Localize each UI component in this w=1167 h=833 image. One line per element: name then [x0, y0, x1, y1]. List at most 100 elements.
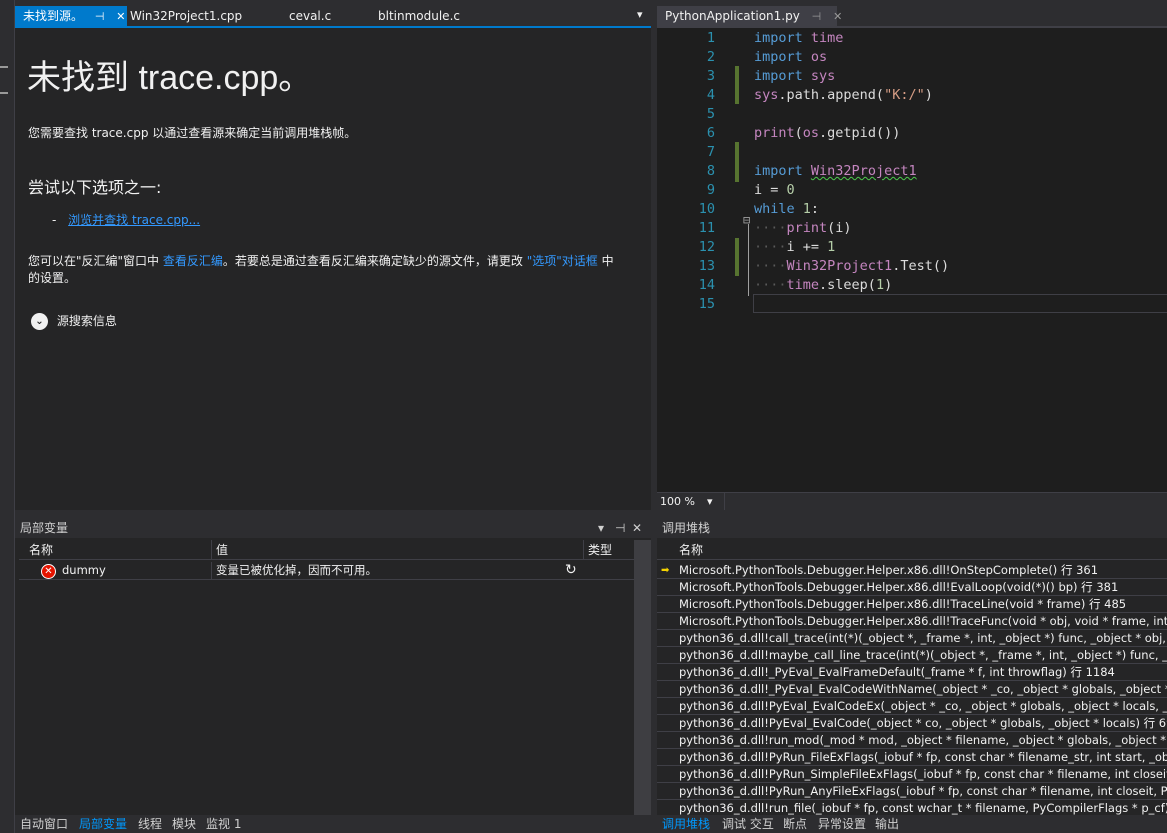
code-line[interactable]: import Win32Project1	[754, 163, 917, 179]
chevron-down-icon: ⌄	[31, 313, 48, 330]
code-token: import	[754, 163, 803, 179]
call-stack-row[interactable]: python36_d.dll!PyRun_FileExFlags(_iobuf …	[657, 749, 1167, 766]
refresh-icon[interactable]: ↻	[565, 562, 577, 579]
collapse-icon[interactable]: ⊟	[743, 213, 750, 227]
column-name[interactable]: 名称	[679, 540, 703, 560]
tab-autos[interactable]: 自动窗口	[20, 815, 68, 833]
code-editor[interactable]: ⊟ 1 import time 2 import os 3 import sys 4 sys.…	[657, 26, 1167, 510]
code-line[interactable]: ····i += 1	[754, 239, 835, 255]
call-stack-row[interactable]: python36_d.dll!run_mod(_mod * mod, _obje…	[657, 732, 1167, 749]
call-stack-row[interactable]: Microsoft.PythonTools.Debugger.Helper.x8…	[657, 613, 1167, 630]
code-line[interactable]: sys.path.append("K:/")	[754, 87, 933, 103]
dropdown-icon[interactable]: ▾	[598, 518, 604, 538]
tab-call-stack[interactable]: 调用堆栈	[662, 815, 710, 833]
tab-output[interactable]: 输出	[875, 815, 899, 833]
pin-icon[interactable]: ⊣	[615, 518, 625, 538]
locals-header: 名称 值 类型	[19, 540, 635, 560]
line-number: 7	[706, 144, 715, 160]
call-stack-row[interactable]: python36_d.dll!call_trace(int(*)(_object…	[657, 630, 1167, 647]
vertical-scrollbar[interactable]	[634, 540, 651, 815]
source-search-info-toggle[interactable]: ⌄ 源搜索信息	[31, 312, 117, 330]
close-icon[interactable]: ✕	[632, 518, 642, 538]
pin-icon[interactable]: ⊣	[95, 7, 105, 27]
hint-text: 您可以在"反汇编"窗口中	[28, 254, 160, 268]
code-token: ····	[754, 239, 787, 255]
view-disassembly-link[interactable]: 查看反汇编	[163, 254, 223, 268]
call-stack-row[interactable]: Microsoft.PythonTools.Debugger.Helper.x8…	[657, 596, 1167, 613]
call-stack-row[interactable]: python36_d.dll!_PyEval_EvalCodeWithName(…	[657, 681, 1167, 698]
collapsed-panel-marker[interactable]	[0, 66, 8, 68]
code-token: .sleep(	[819, 277, 876, 293]
tab-win32project1-cpp[interactable]: Win32Project1.cpp	[122, 6, 250, 26]
frame-label: python36_d.dll!PyRun_AnyFileExFlags(_iob…	[679, 784, 1167, 798]
window-title: 局部变量	[20, 521, 69, 535]
code-line[interactable]: ····Win32Project1.Test()	[754, 258, 949, 274]
tab-modules[interactable]: 模块	[172, 815, 196, 833]
column-type[interactable]: 类型	[583, 540, 612, 560]
collapsed-panel-marker[interactable]	[0, 92, 8, 94]
source-not-found-page: 未找到 trace.cpp。 您需要查找 trace.cpp 以通过查看源来确定…	[15, 26, 651, 510]
call-stack-grid: 名称 ➡ Microsoft.PythonTools.Debugger.Helpe…	[657, 538, 1167, 817]
tab-breakpoints[interactable]: 断点	[783, 815, 807, 833]
tab-ceval-c[interactable]: ceval.c	[281, 6, 339, 26]
tab-exception-settings[interactable]: 异常设置	[818, 815, 866, 833]
code-token: import	[754, 68, 803, 84]
column-name[interactable]: 名称	[29, 540, 53, 560]
code-line[interactable]: import time	[754, 30, 843, 46]
code-line[interactable]: import sys	[754, 68, 835, 84]
tab-bltinmodule-c[interactable]: bltinmodule.c	[370, 6, 468, 26]
frame-label: Microsoft.PythonTools.Debugger.Helper.x8…	[679, 580, 1119, 594]
call-stack-row[interactable]: python36_d.dll!PyRun_SimpleFileExFlags(_…	[657, 766, 1167, 783]
code-line[interactable]: ····time.sleep(1)	[754, 277, 892, 293]
close-icon[interactable]: ✕	[833, 7, 842, 27]
frame-label: Microsoft.PythonTools.Debugger.Helper.x8…	[679, 597, 1127, 611]
code-token: import	[754, 49, 803, 65]
tab-label: bltinmodule.c	[378, 9, 460, 23]
code-line[interactable]: while 1:	[754, 201, 819, 217]
window-title: 调用堆栈	[662, 521, 711, 535]
call-stack-row[interactable]: python36_d.dll!maybe_call_line_trace(int…	[657, 647, 1167, 664]
tab-threads[interactable]: 线程	[138, 815, 162, 833]
horizontal-scrollbar[interactable]	[724, 493, 1167, 510]
variable-value: 变量已被优化掉，因而不可用。	[211, 562, 377, 579]
code-line[interactable]: i = 0	[754, 182, 795, 198]
call-stack-row[interactable]: python36_d.dll!PyEval_EvalCode(_object *…	[657, 715, 1167, 732]
variable-name: dummy	[62, 563, 106, 577]
code-token: "K:/"	[884, 87, 925, 103]
call-stack-row[interactable]: ➡ Microsoft.PythonTools.Debugger.Helper.x…	[657, 562, 1167, 579]
locals-title-bar: 局部变量 ▾ ⊣ ✕	[15, 518, 651, 538]
browse-find-link[interactable]: 浏览并查找 trace.cpp...	[68, 213, 200, 227]
column-value[interactable]: 值	[211, 540, 228, 560]
tab-dropdown-icon[interactable]: ▾	[637, 8, 643, 21]
horizontal-splitter[interactable]	[15, 510, 1167, 518]
call-stack-header: 名称	[657, 540, 1167, 560]
frame-label: python36_d.dll!PyRun_FileExFlags(_iobuf …	[679, 750, 1167, 764]
tab-source-not-found[interactable]: 未找到源。 ⊣ ✕	[15, 6, 127, 26]
call-stack-row[interactable]: python36_d.dll!PyEval_EvalCodeEx(_object…	[657, 698, 1167, 715]
code-line[interactable]: ····print(i)	[754, 220, 852, 236]
call-stack-row[interactable]: python36_d.dll!_PyEval_EvalFrameDefault(…	[657, 664, 1167, 681]
code-token: .	[778, 87, 787, 103]
bullet: -	[52, 213, 57, 227]
pin-icon[interactable]: ⊣	[812, 7, 822, 27]
frame-label: python36_d.dll!_PyEval_EvalFrameDefault(…	[679, 665, 1115, 679]
zoom-level[interactable]: 100 %	[660, 495, 695, 508]
call-stack-row[interactable]: Microsoft.PythonTools.Debugger.Helper.x8…	[657, 579, 1167, 596]
zoom-dropdown-icon[interactable]: ▾	[707, 495, 713, 508]
frame-label: python36_d.dll!maybe_call_line_trace(int…	[679, 648, 1167, 662]
code-line[interactable]: print(os.getpid())	[754, 125, 900, 141]
tab-pythonapplication1-py[interactable]: PythonApplication1.py ⊣ ✕	[657, 6, 842, 27]
frame-label: python36_d.dll!run_mod(_mod * mod, _obje…	[679, 733, 1167, 747]
call-stack-row[interactable]: python36_d.dll!PyRun_AnyFileExFlags(_iob…	[657, 783, 1167, 800]
code-token: print	[786, 220, 828, 236]
options-dialog-link[interactable]: "选项"对话框	[527, 254, 598, 268]
tab-debug-interactive[interactable]: 调试 交互	[722, 815, 774, 833]
locals-row[interactable]: ✕ dummy 变量已被优化掉，因而不可用。 ↻	[19, 562, 635, 580]
tab-locals[interactable]: 局部变量	[79, 815, 127, 833]
code-token: 1	[802, 201, 811, 217]
code-line[interactable]: import os	[754, 49, 827, 65]
tab-watch-1[interactable]: 监视 1	[206, 815, 241, 833]
right-tab-well: PythonApplication1.py ⊣ ✕	[657, 0, 1167, 26]
